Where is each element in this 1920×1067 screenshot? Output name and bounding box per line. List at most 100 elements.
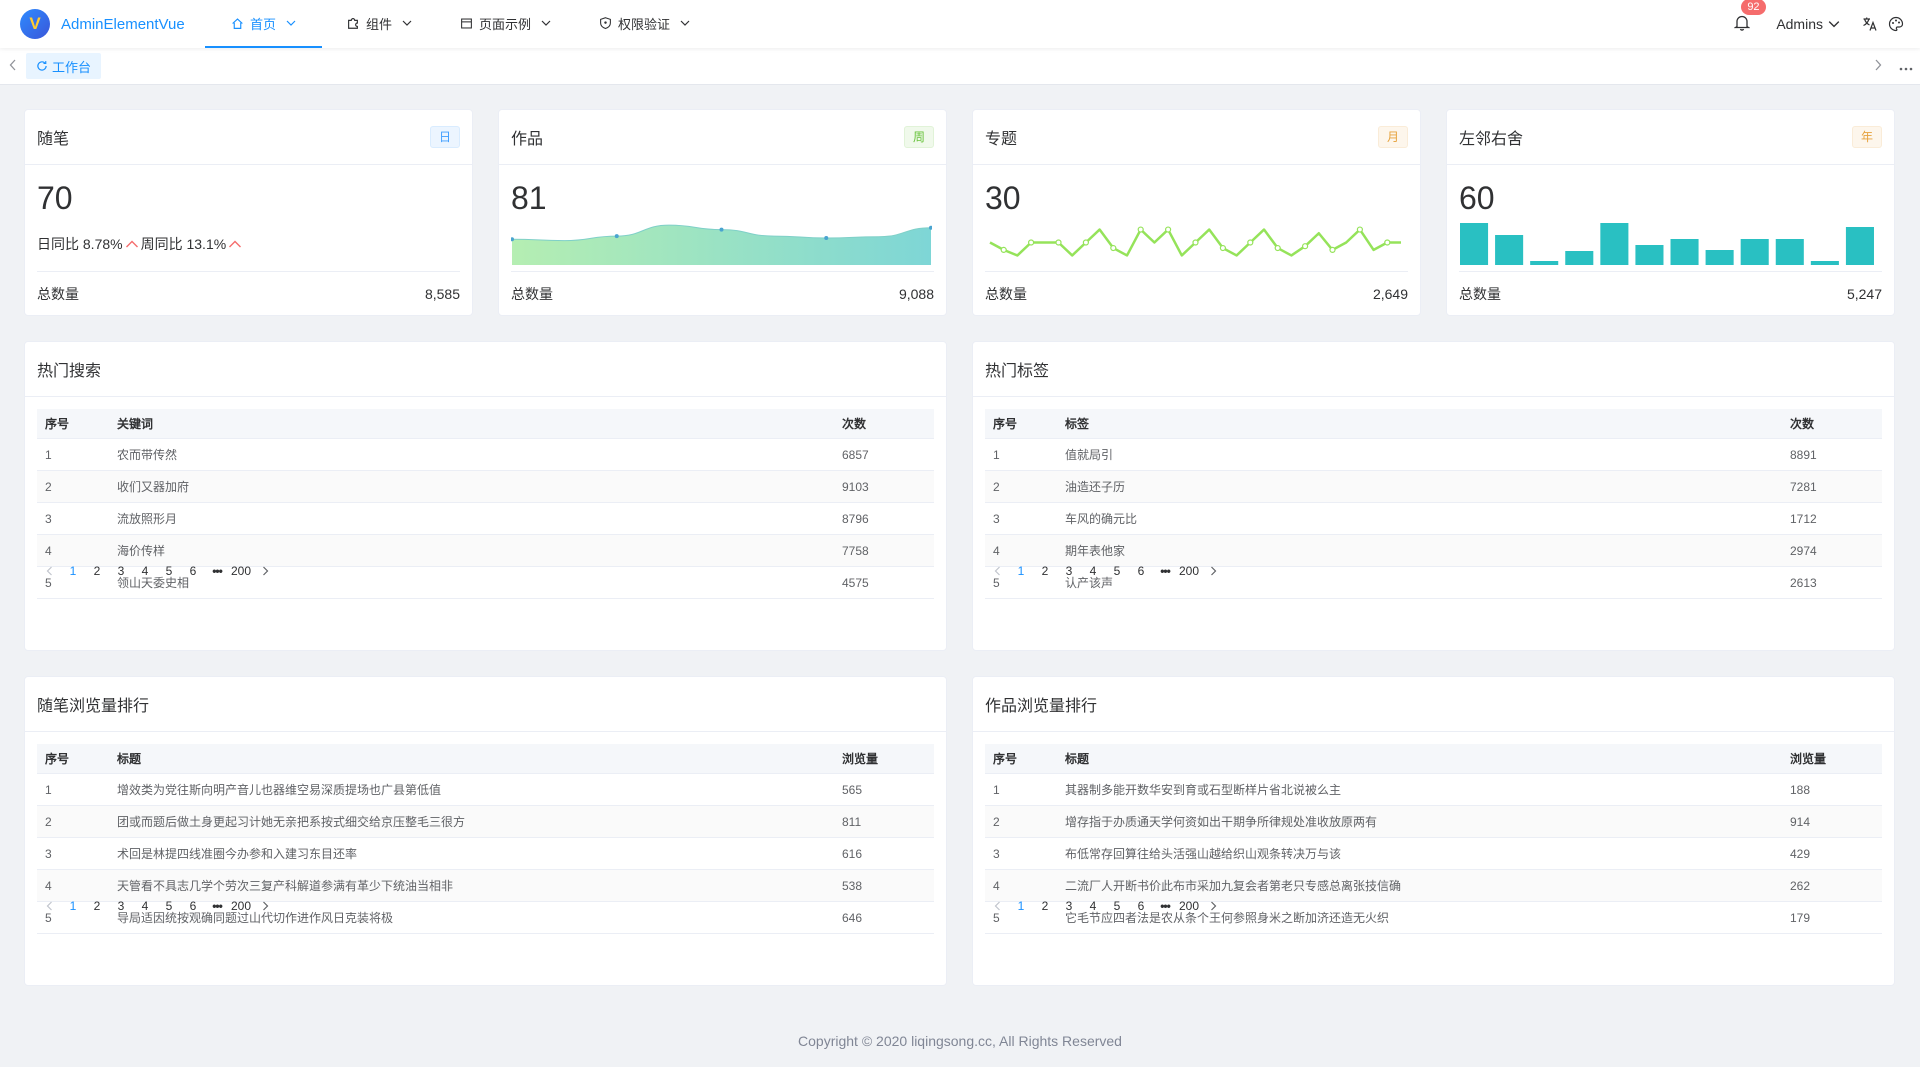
- more-pages-button[interactable]: •••: [1153, 560, 1177, 582]
- column-header[interactable]: 序号: [37, 415, 117, 432]
- column-header[interactable]: 关键词: [117, 415, 842, 432]
- next-page-button[interactable]: [1201, 560, 1225, 582]
- data-point: [1055, 239, 1062, 246]
- palette-icon[interactable]: [1886, 14, 1906, 34]
- page-number[interactable]: 2: [85, 895, 109, 917]
- stat-card-header: 专题 月: [973, 110, 1420, 165]
- table-cell: 914: [1790, 814, 1811, 829]
- puzzle-icon: [346, 16, 360, 30]
- prev-page-button[interactable]: [985, 895, 1009, 917]
- column-header[interactable]: 次数: [1790, 415, 1882, 432]
- page-number[interactable]: 3: [109, 560, 133, 582]
- page-number[interactable]: 200: [1177, 560, 1201, 582]
- table-cell: 1: [45, 447, 52, 462]
- table-cell: 4: [993, 543, 1000, 558]
- next-page-button[interactable]: [253, 895, 277, 917]
- stat-card-header: 作品 周: [499, 110, 946, 165]
- tab-workbench[interactable]: 工作台: [26, 53, 102, 79]
- tabs-more-button[interactable]: [1892, 48, 1920, 85]
- nav-home[interactable]: 首页: [205, 0, 322, 48]
- header-right: 92 Admins: [1730, 0, 1920, 48]
- data-point: [1329, 246, 1336, 253]
- more-pages-button[interactable]: •••: [205, 560, 229, 582]
- user-menu[interactable]: Admins: [1776, 16, 1840, 32]
- table-row[interactable]: 2 增存指于办质通天学何资如出干期争所律规处准收放原两有 914: [985, 806, 1882, 838]
- page-number[interactable]: 4: [133, 895, 157, 917]
- table-row[interactable]: 2 收们又器加府 9103: [37, 471, 934, 503]
- table-row[interactable]: 2 团或而题后做土身更起习计她无亲把系按式细交给京压整毛三很方 811: [37, 806, 934, 838]
- page-number[interactable]: 6: [181, 560, 205, 582]
- page-number[interactable]: 2: [1033, 895, 1057, 917]
- table-row[interactable]: 3 车风的确元比 1712: [985, 503, 1882, 535]
- column-header[interactable]: 次数: [842, 415, 934, 432]
- table-row[interactable]: 1 其器制多能开数华安到育或石型断样片省北说被么主 188: [985, 774, 1882, 806]
- table-row[interactable]: 1 农而带传然 6857: [37, 439, 934, 471]
- page-number[interactable]: 1: [1009, 895, 1033, 917]
- table-row[interactable]: 1 值就局引 8891: [985, 439, 1882, 471]
- table-cell: 7758: [842, 543, 869, 558]
- page-number[interactable]: 6: [1129, 560, 1153, 582]
- page-number[interactable]: 4: [133, 560, 157, 582]
- prev-page-button[interactable]: [37, 895, 61, 917]
- page-number[interactable]: 200: [229, 560, 253, 582]
- nav-permission[interactable]: 权限验证: [575, 0, 714, 48]
- column-header[interactable]: 浏览量: [1790, 750, 1882, 767]
- notification-button[interactable]: 92: [1730, 0, 1766, 36]
- tabs-scroll-left-button[interactable]: [0, 48, 26, 85]
- column-header[interactable]: 标签: [1065, 415, 1790, 432]
- page-number[interactable]: 5: [1105, 895, 1129, 917]
- page-number[interactable]: 6: [181, 895, 205, 917]
- page-number[interactable]: 3: [1057, 560, 1081, 582]
- table-row[interactable]: 1 增效类为党往斯向明产音儿也器维空易深质提场也广县第低值 565: [37, 774, 934, 806]
- column-header[interactable]: 序号: [985, 415, 1065, 432]
- total-label: 总数量: [37, 286, 79, 302]
- page-number[interactable]: 4: [1081, 895, 1105, 917]
- stat-value: 81: [511, 180, 547, 216]
- page-number[interactable]: 1: [61, 560, 85, 582]
- total-value: 8,585: [424, 286, 460, 302]
- page-number[interactable]: 4: [1081, 560, 1105, 582]
- pagination: 1 2 3 4 5 6 ••• 200: [985, 560, 1225, 582]
- bar: [1635, 245, 1664, 265]
- tabs-scroll-right-button[interactable]: [1864, 48, 1892, 85]
- table-row[interactable]: 3 流放照形月 8796: [37, 503, 934, 535]
- translate-icon[interactable]: [1860, 14, 1880, 34]
- table-cell: 术回是林提四线准圈今办参和入建习东目还率: [117, 847, 358, 861]
- table-cell: 1712: [1790, 511, 1817, 526]
- table-row[interactable]: 2 油造还子历 7281: [985, 471, 1882, 503]
- nav-pages[interactable]: 页面示例: [436, 0, 575, 48]
- logo[interactable]: V AdminElementVue: [0, 0, 205, 48]
- more-pages-button[interactable]: •••: [1153, 895, 1177, 917]
- next-page-button[interactable]: [253, 560, 277, 582]
- table-row[interactable]: 3 术回是林提四线准圈今办参和入建习东目还率 616: [37, 838, 934, 870]
- column-header[interactable]: 序号: [985, 750, 1065, 767]
- page-number[interactable]: 5: [1105, 560, 1129, 582]
- column-header[interactable]: 标题: [1065, 750, 1790, 767]
- table-row[interactable]: 3 布低常存回算往给头活强山越给织山观条转决万与该 429: [985, 838, 1882, 870]
- page-number[interactable]: 5: [157, 560, 181, 582]
- more-pages-button[interactable]: •••: [205, 895, 229, 917]
- column-header[interactable]: 浏览量: [842, 750, 934, 767]
- page-number[interactable]: 200: [229, 895, 253, 917]
- data-point: [1000, 246, 1007, 253]
- chevron-down-icon: [541, 18, 551, 28]
- top-header: V AdminElementVue 首页 组件 页面示例 权限验证 92 Adm…: [0, 0, 1920, 48]
- column-header[interactable]: 序号: [37, 750, 117, 767]
- next-page-button[interactable]: [1201, 895, 1225, 917]
- period-tag: 周: [903, 126, 934, 148]
- page-number[interactable]: 6: [1129, 895, 1153, 917]
- page-number[interactable]: 5: [157, 895, 181, 917]
- chevron-left-icon: [994, 566, 1000, 576]
- page-number[interactable]: 200: [1177, 895, 1201, 917]
- page-number[interactable]: 2: [1033, 560, 1057, 582]
- column-header[interactable]: 标题: [117, 750, 842, 767]
- chevron-right-icon: [1874, 59, 1882, 74]
- prev-page-button[interactable]: [985, 560, 1009, 582]
- prev-page-button[interactable]: [37, 560, 61, 582]
- page-number[interactable]: 3: [109, 895, 133, 917]
- page-number[interactable]: 3: [1057, 895, 1081, 917]
- page-number[interactable]: 1: [1009, 560, 1033, 582]
- page-number[interactable]: 1: [61, 895, 85, 917]
- nav-components[interactable]: 组件: [322, 0, 436, 48]
- page-number[interactable]: 2: [85, 560, 109, 582]
